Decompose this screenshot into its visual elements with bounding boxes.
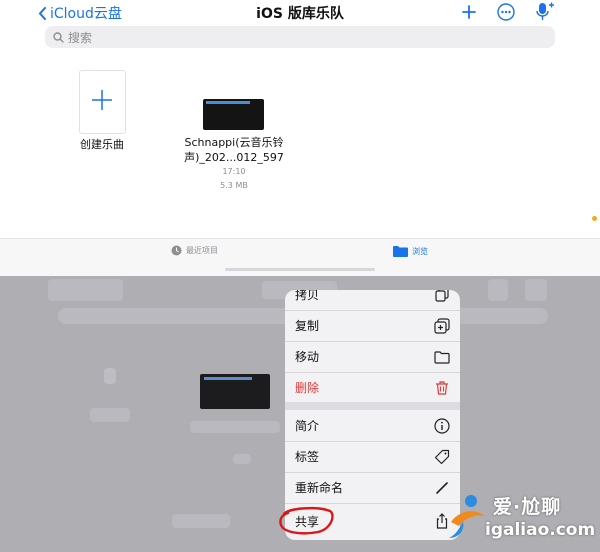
menu-item-label: 复制: [295, 319, 320, 333]
blurred-file-meta: [233, 454, 251, 464]
tab-bar: 最近项目 浏览: [0, 238, 600, 277]
ellipsis-circle-icon: [497, 3, 515, 21]
watermark: 爱·尬聊 igaliao.com: [445, 488, 595, 550]
tab-browse-label: 浏览: [412, 246, 428, 256]
blurred-button: [488, 279, 508, 301]
clock-icon: [171, 245, 182, 256]
tab-recents-label: 最近项目: [186, 246, 218, 255]
menu-item-label: 重新命名: [295, 481, 344, 495]
folder-icon: [393, 246, 408, 257]
context-menu: 拷贝 复制 移动 删除 简介 标签 重新命名 共享: [285, 290, 460, 540]
blurred-plus: [104, 368, 116, 384]
blurred-button: [525, 279, 547, 301]
home-indicator: [225, 268, 375, 271]
menu-item-label: 拷贝: [295, 290, 320, 302]
duplicate-icon: [434, 318, 450, 334]
navigation-bar: iCloud云盘 iOS 版库乐队: [0, 0, 600, 24]
file-thumbnail[interactable]: [203, 99, 264, 130]
plus-icon: [462, 5, 476, 19]
menu-item-copy[interactable]: 拷贝: [285, 290, 460, 311]
info-icon: [434, 418, 450, 434]
copy-doc-icon: [435, 290, 449, 302]
menu-separator: [285, 402, 460, 410]
menu-item-info[interactable]: 简介: [285, 410, 460, 442]
create-song-card[interactable]: [79, 70, 126, 134]
create-song-label: 创建乐曲: [80, 138, 124, 151]
add-button[interactable]: [458, 2, 480, 22]
menu-item-delete[interactable]: 删除: [285, 372, 460, 403]
blurred-back-button: [48, 279, 123, 301]
watermark-line2: igaliao.com: [485, 520, 596, 540]
microphone-add-icon: [536, 2, 554, 20]
menu-item-label: 标签: [295, 450, 320, 464]
status-dot: [592, 216, 597, 221]
menu-item-label: 删除: [295, 381, 320, 395]
folder-icon: [434, 351, 450, 364]
watermark-logo-icon: [449, 495, 485, 538]
tab-recents[interactable]: 最近项目: [171, 245, 218, 256]
watermark-line1: 爱·尬聊: [493, 496, 562, 518]
tab-browse[interactable]: 浏览: [393, 245, 428, 257]
blurred-tab: [172, 514, 230, 528]
annotation-circle: [279, 506, 334, 535]
blurred-label: [90, 408, 130, 422]
menu-item-duplicate[interactable]: 复制: [285, 310, 460, 342]
file-size: 5.3 MB: [220, 181, 248, 190]
microphone-button[interactable]: [534, 2, 556, 22]
menu-item-label: 简介: [295, 419, 320, 433]
menu-item-label: 移动: [295, 350, 320, 364]
plus-icon: [92, 90, 112, 110]
menu-item-rename[interactable]: 重新命名: [285, 472, 460, 504]
file-name-line1: Schnappi(云音乐铃: [184, 136, 284, 149]
file-name: Schnappi(云音乐铃 声)_202...012_597: [176, 135, 292, 165]
search-input[interactable]: 搜索: [45, 26, 555, 48]
blurred-file-name: [190, 421, 280, 433]
highlighted-file-thumbnail: [200, 374, 270, 409]
menu-item-move[interactable]: 移动: [285, 341, 460, 373]
waveform-region: [206, 101, 250, 104]
search-placeholder: 搜索: [68, 30, 93, 45]
menu-item-tags[interactable]: 标签: [285, 441, 460, 473]
trash-icon: [436, 381, 448, 395]
file-time: 17:10: [222, 167, 246, 176]
waveform-region: [204, 377, 252, 380]
tag-icon: [434, 449, 450, 465]
more-button[interactable]: [495, 2, 517, 22]
file-name-line2: 声)_202...012_597: [184, 151, 284, 164]
search-icon: [53, 31, 64, 43]
